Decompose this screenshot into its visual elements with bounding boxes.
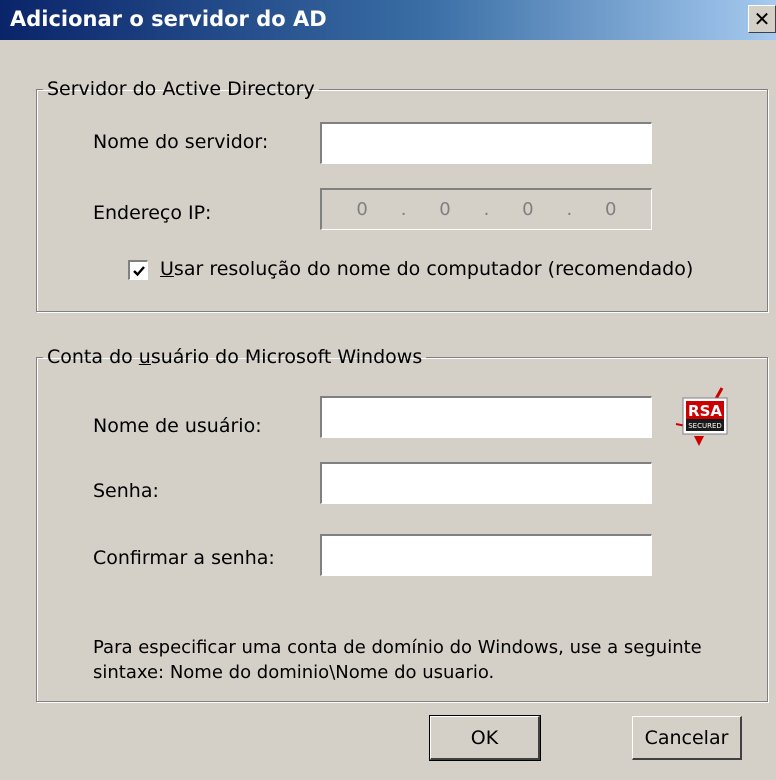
title-bar: Adicionar o servidor do AD ✕	[0, 0, 776, 40]
note-line-2: sintaxe: Nome do dominio\Nome do usuario…	[93, 662, 495, 683]
close-icon: ✕	[753, 7, 771, 31]
confirm-password-input[interactable]	[320, 534, 652, 576]
checkmark-icon	[132, 265, 145, 276]
password-input[interactable]	[320, 462, 652, 504]
ip-octet-1: 0	[356, 199, 368, 220]
rsa-logo-subtext: SECURED	[688, 422, 722, 430]
cancel-button[interactable]: Cancelar	[632, 716, 742, 760]
ad-server-group-title: Servidor do Active Directory	[47, 78, 315, 100]
ip-dot-2: .	[483, 199, 490, 220]
use-name-resolution-checkbox[interactable]	[128, 260, 148, 280]
rsa-secured-icon: RSA SECURED	[672, 386, 734, 450]
windows-account-group-title: Conta do usuário do Microsoft Windows	[47, 346, 423, 368]
rsa-logo-text: RSA	[688, 402, 722, 420]
ip-octet-4: 0	[605, 199, 617, 220]
password-label: Senha:	[93, 480, 159, 502]
ok-button[interactable]: OK	[429, 715, 541, 761]
ip-octet-2: 0	[439, 199, 451, 220]
username-label: Nome de usuário:	[93, 415, 262, 437]
note-line-1: Para especificar uma conta de domínio do…	[93, 637, 702, 658]
ip-address-label: Endereço IP:	[93, 202, 212, 224]
ip-dot-3: .	[566, 199, 573, 220]
use-name-resolution-label[interactable]: Usar resolução do nome do computador (re…	[160, 258, 693, 280]
window-title: Adicionar o servidor do AD	[10, 7, 327, 31]
close-button[interactable]: ✕	[748, 5, 776, 33]
server-name-input[interactable]	[320, 122, 652, 164]
ip-octet-3: 0	[522, 199, 534, 220]
confirm-password-label: Confirmar a senha:	[93, 547, 275, 569]
username-input[interactable]	[320, 396, 652, 438]
ip-dot-1: .	[400, 199, 407, 220]
ip-address-field[interactable]: 0 . 0 . 0 . 0	[320, 188, 652, 230]
domain-syntax-note: Para especificar uma conta de domínio do…	[93, 635, 702, 685]
server-name-label: Nome do servidor:	[93, 131, 269, 153]
